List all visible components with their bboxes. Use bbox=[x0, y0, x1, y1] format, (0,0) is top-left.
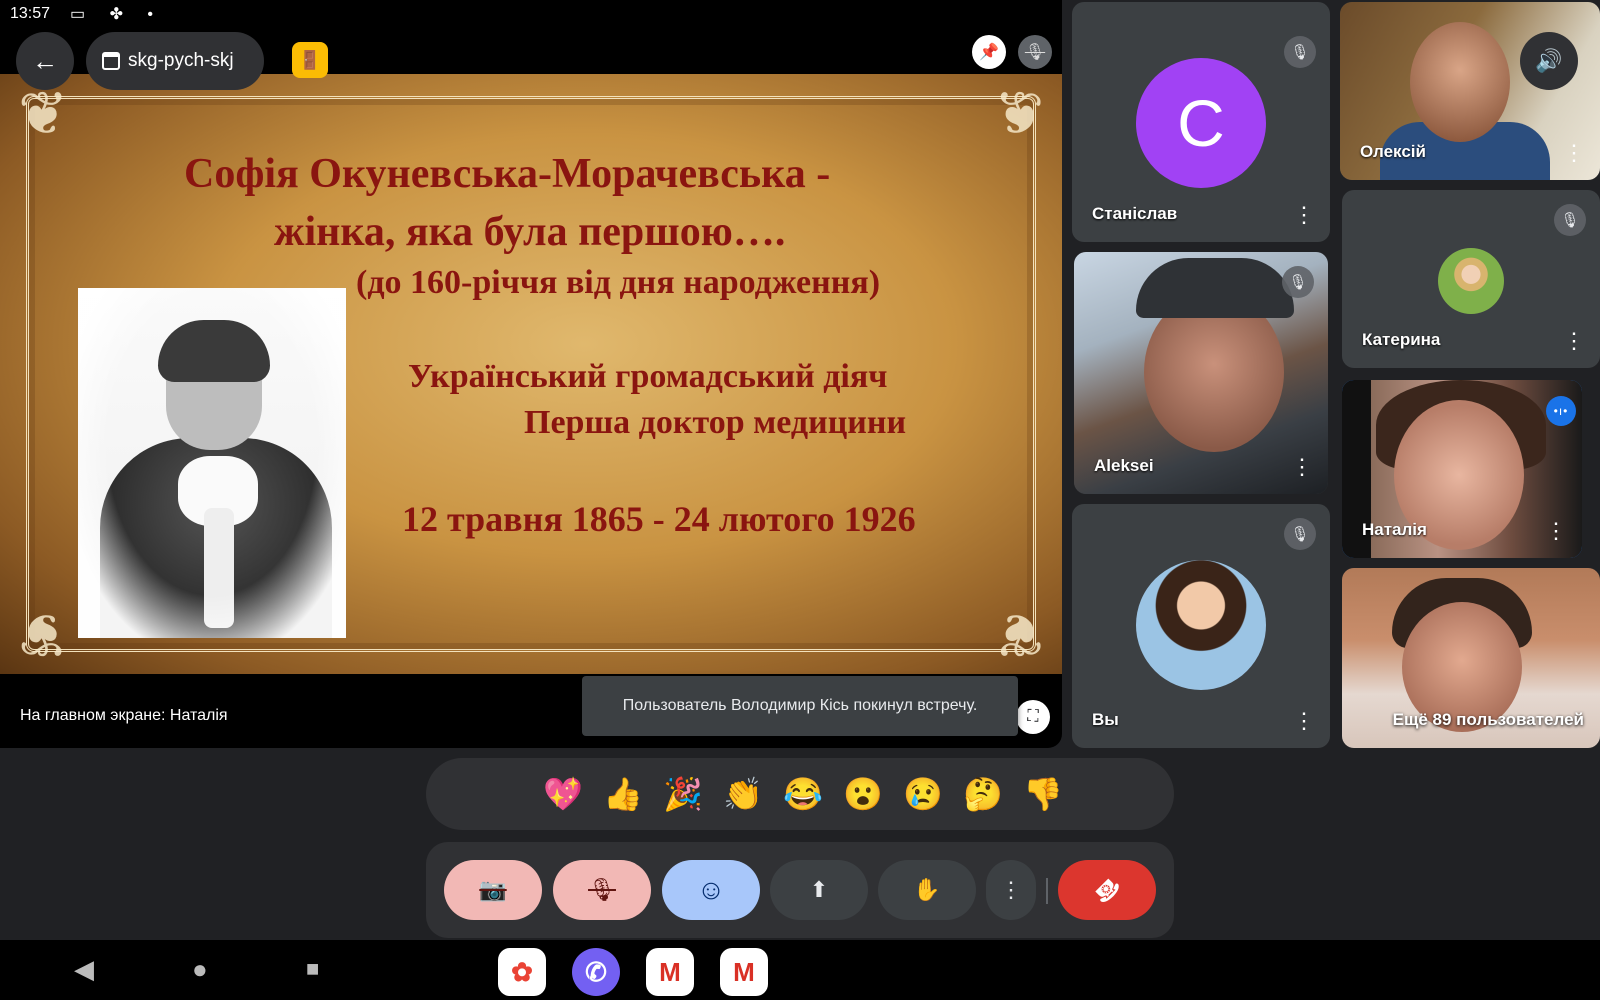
mic-off-icon: 🎙 bbox=[588, 877, 616, 902]
volume-icon: 🔊 bbox=[1535, 48, 1563, 73]
more-options-icon[interactable]: ⋮ bbox=[1292, 708, 1316, 734]
mic-off-icon: 🎙 bbox=[1284, 518, 1316, 550]
back-arrow-icon: ← bbox=[32, 45, 58, 76]
more-options-button[interactable]: ⋮ bbox=[986, 860, 1036, 920]
reaction-thumbs-up[interactable]: 👍 bbox=[603, 774, 643, 814]
stage-caption: На главном экране: Наталія bbox=[20, 707, 228, 724]
call-controls: 📷 🎙 ☺ ⬆ ✋ ⋮ ☎ bbox=[426, 842, 1174, 938]
participant-tile-self[interactable]: 🎙 Вы ⋮ bbox=[1072, 504, 1330, 748]
mic-off-icon: 🎙 bbox=[1024, 44, 1046, 61]
slide-subtitle: (до 160-річчя від дня народження) bbox=[356, 264, 881, 301]
pin-button[interactable]: 📌 bbox=[972, 35, 1006, 69]
navigation-bar: ◀ ● ■ ✿ ✆ M M bbox=[0, 940, 1600, 1000]
mic-off-icon: 🎙 bbox=[1282, 266, 1314, 298]
avatar bbox=[1438, 248, 1504, 314]
presentation-slide: ❦ ❦ ❦ ❦ Софія Окуневська-Морачевська - ж… bbox=[0, 74, 1062, 674]
divider bbox=[1046, 878, 1048, 904]
reaction-surprised[interactable]: 😮 bbox=[843, 774, 883, 814]
nav-home-icon[interactable]: ● bbox=[192, 954, 208, 985]
clock: 13:57 bbox=[10, 5, 51, 22]
participant-name: Станіслав bbox=[1092, 204, 1178, 223]
participant-name: Наталія bbox=[1362, 520, 1427, 539]
dock-gmail-icon-2[interactable]: M bbox=[720, 948, 768, 996]
ornament-top-right: ❦ bbox=[993, 79, 1044, 149]
ornament-top-left: ❦ bbox=[18, 79, 69, 149]
dock-gmail-icon[interactable]: M bbox=[646, 948, 694, 996]
avatar bbox=[1136, 560, 1266, 690]
pin-icon: 📌 bbox=[979, 44, 999, 61]
slide-title-line1: Софія Окуневська-Морачевська - bbox=[184, 151, 831, 197]
reactions-bar: 💖 👍 🎉 👏 😂 😮 😢 🤔 👎 bbox=[426, 758, 1174, 830]
participant-tile-kateryna[interactable]: 🎙 Катерина ⋮ bbox=[1342, 190, 1600, 368]
participant-name: Олексій bbox=[1360, 142, 1426, 161]
participant-tile-natalia[interactable]: •ı• Наталія ⋮ bbox=[1342, 380, 1582, 558]
portrait-photo bbox=[78, 288, 346, 638]
end-call-button[interactable]: ☎ bbox=[1058, 860, 1156, 920]
dock-photos-icon[interactable]: ✿ bbox=[498, 948, 546, 996]
more-options-icon[interactable]: ⋮ bbox=[1544, 518, 1568, 544]
stage-mic-off-icon: 🎙 bbox=[1018, 35, 1052, 69]
back-button[interactable]: ← bbox=[16, 32, 74, 90]
mic-toggle-button[interactable]: 🎙 bbox=[553, 860, 651, 920]
more-participants-tile[interactable]: Ещё 89 пользователей bbox=[1342, 568, 1600, 748]
reaction-party[interactable]: 🎉 bbox=[663, 774, 703, 814]
participant-name: Катерина bbox=[1362, 330, 1441, 349]
participant-tile-aleksei[interactable]: 🎙 Aleksei ⋮ bbox=[1074, 252, 1328, 494]
dock-viber-icon[interactable]: ✆ bbox=[572, 948, 620, 996]
reactions-button[interactable]: ☺ bbox=[662, 860, 760, 920]
reaction-thumbs-down[interactable]: 👎 bbox=[1023, 774, 1063, 814]
slide-role-line1: Український громадський діяч bbox=[408, 358, 888, 395]
meeting-info-chip[interactable]: skg-pych-skj bbox=[86, 32, 264, 90]
video-face bbox=[1410, 22, 1510, 142]
reaction-thinking[interactable]: 🤔 bbox=[963, 774, 1003, 814]
reaction-heart[interactable]: 💖 bbox=[543, 774, 583, 814]
nav-back-icon[interactable]: ◀ bbox=[74, 954, 94, 985]
camera-off-icon: 📷 bbox=[479, 877, 507, 902]
smile-icon: ☺ bbox=[696, 874, 726, 905]
more-vert-icon: ⋮ bbox=[1000, 877, 1022, 902]
mic-off-icon: 🎙 bbox=[1284, 36, 1316, 68]
reaction-sad[interactable]: 😢 bbox=[903, 774, 943, 814]
speaker-volume-button[interactable]: 🔊 bbox=[1520, 32, 1578, 90]
meeting-code: skg-pych-skj bbox=[128, 50, 234, 71]
more-options-icon[interactable]: ⋮ bbox=[1562, 328, 1586, 354]
present-screen-button[interactable]: ⬆ bbox=[770, 860, 868, 920]
status-icons-left: ▭ ✤ • bbox=[70, 6, 164, 23]
raise-hand-button[interactable]: ✋ bbox=[878, 860, 976, 920]
slide-title-line2: жінка, яка була першою…. bbox=[274, 209, 786, 255]
ornament-bottom-left: ❦ bbox=[18, 599, 69, 669]
fullscreen-button[interactable]: ⛶ bbox=[1016, 700, 1050, 734]
main-stage: ❦ ❦ ❦ ❦ Софія Окуневська-Морачевська - ж… bbox=[0, 0, 1062, 748]
hand-icon: ✋ bbox=[913, 877, 941, 902]
nav-recents-icon[interactable]: ■ bbox=[306, 956, 319, 982]
mic-off-icon: 🎙 bbox=[1554, 204, 1586, 236]
more-participants-label: Ещё 89 пользователей bbox=[1392, 710, 1584, 729]
reaction-laugh[interactable]: 😂 bbox=[783, 774, 823, 814]
avatar: C bbox=[1136, 58, 1266, 188]
end-call-icon: ☎ bbox=[1088, 871, 1126, 909]
calendar-icon bbox=[102, 52, 120, 70]
video-cap bbox=[1136, 258, 1294, 318]
leave-breakout-icon[interactable]: 🚪 bbox=[292, 42, 328, 78]
ornament-bottom-right: ❦ bbox=[993, 599, 1044, 669]
participant-name: Aleksei bbox=[1094, 456, 1154, 475]
more-options-icon[interactable]: ⋮ bbox=[1292, 202, 1316, 228]
present-icon: ⬆ bbox=[809, 877, 829, 902]
more-options-icon[interactable]: ⋮ bbox=[1290, 454, 1314, 480]
more-options-icon[interactable]: ⋮ bbox=[1562, 140, 1586, 166]
slide-dates: 12 травня 1865 - 24 лютого 1926 bbox=[402, 499, 916, 539]
slide-role-line2: Перша доктор медицини bbox=[524, 404, 907, 441]
speaking-indicator-icon: •ı• bbox=[1546, 396, 1576, 426]
camera-toggle-button[interactable]: 📷 bbox=[444, 860, 542, 920]
participant-name: Вы bbox=[1092, 710, 1119, 729]
portrait-vignette bbox=[78, 288, 346, 638]
participant-tile-stanislav[interactable]: C 🎙 Станіслав ⋮ bbox=[1072, 2, 1330, 242]
door-icon: 🚪 bbox=[298, 49, 322, 70]
reaction-clap[interactable]: 👏 bbox=[723, 774, 763, 814]
toast-notification: Пользователь Володимир Кісь покинул встр… bbox=[582, 676, 1018, 736]
fullscreen-icon: ⛶ bbox=[1027, 708, 1039, 725]
participant-tile-oleksii[interactable]: Олексій ⋮ bbox=[1340, 2, 1600, 180]
